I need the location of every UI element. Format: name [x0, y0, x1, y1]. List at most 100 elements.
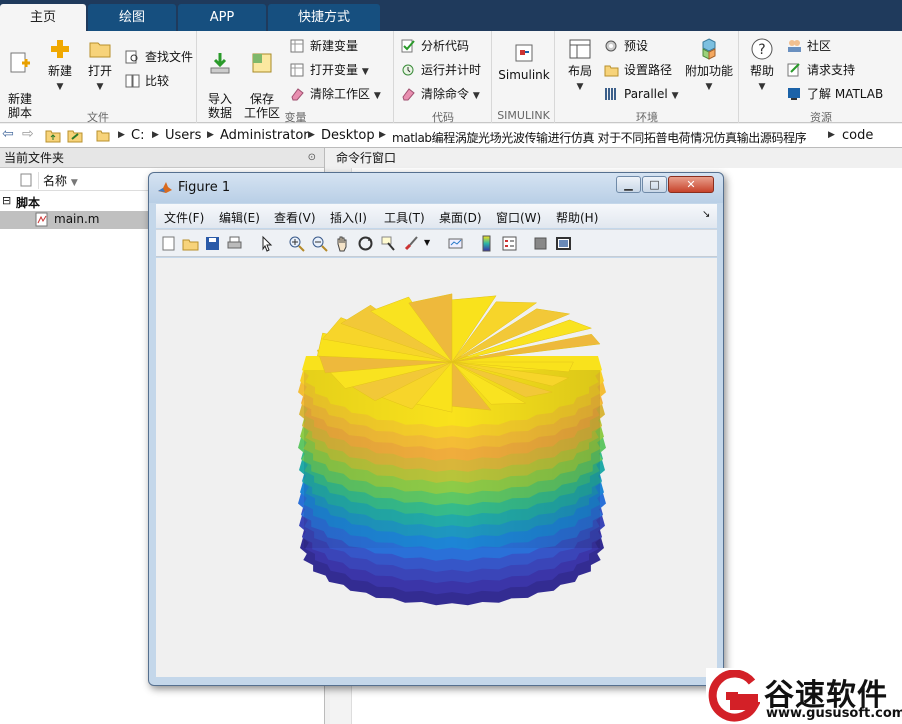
parallel-button[interactable]: Parallel ▼	[604, 84, 678, 104]
ribbon-tab-bar: 主页 绘图 APP 快捷方式	[0, 0, 902, 31]
menu-view[interactable]: 查看(V)	[274, 209, 316, 226]
figure-title-bar[interactable]: Figure 1 ▁ □ ✕	[149, 173, 723, 203]
pan-hand-icon[interactable]	[334, 235, 351, 252]
addons-icon	[702, 38, 716, 60]
learn-matlab-button[interactable]: 了解 MATLAB	[787, 84, 883, 104]
community-button[interactable]: 社区	[787, 36, 831, 56]
breadcrumb-desktop[interactable]: Desktop	[321, 128, 375, 143]
new-script-button[interactable]: 新建 脚本	[2, 37, 38, 120]
rotate-3d-icon[interactable]	[357, 235, 374, 252]
open-file-icon[interactable]	[182, 235, 199, 252]
back-arrow-icon[interactable]: ⇦	[2, 126, 14, 142]
minimize-button[interactable]: ▁	[616, 176, 641, 193]
help-label: 帮助	[749, 64, 774, 78]
request-support-button[interactable]: 请求支持	[787, 60, 855, 80]
open-button[interactable]: 打开 ▼	[82, 37, 118, 94]
simulink-label: Simulink	[498, 68, 550, 82]
open-variable-icon	[290, 63, 304, 77]
chevron-down-icon: ▼	[758, 82, 766, 92]
breadcrumb-users[interactable]: Users	[165, 128, 201, 143]
eraser-icon	[291, 88, 304, 101]
new-button[interactable]: 新建 ▼	[42, 37, 78, 94]
new-variable-button[interactable]: 新建变量	[290, 36, 358, 56]
compare-button[interactable]: 比较	[125, 71, 169, 91]
layout-icon	[569, 39, 591, 59]
zoom-in-icon[interactable]	[288, 235, 305, 252]
open-variable-button[interactable]: 打开变量 ▼	[290, 60, 369, 80]
menu-insert[interactable]: 插入(I)	[330, 209, 367, 226]
preferences-label: 预设	[624, 39, 649, 53]
menu-edit[interactable]: 编辑(E)	[219, 209, 260, 226]
addons-button[interactable]: 附加功能 ▼	[682, 37, 736, 94]
new-figure-icon[interactable]	[160, 235, 177, 252]
current-folder-title: 当前文件夹	[4, 151, 65, 165]
up-folder-icon[interactable]	[45, 128, 61, 143]
figure-canvas[interactable]	[156, 258, 717, 677]
request-support-label: 请求支持	[807, 63, 856, 77]
find-files-button[interactable]: 查找文件	[125, 47, 193, 67]
analyze-icon	[401, 39, 415, 53]
new-variable-icon	[290, 39, 304, 53]
show-tools-icon[interactable]	[555, 235, 572, 252]
address-bar: ⇦ ⇨ ▶ C: ▶ Users ▶ Administrator ▶ Deskt…	[0, 124, 902, 148]
save-icon[interactable]	[204, 235, 221, 252]
menu-desktop[interactable]: 桌面(D)	[439, 209, 482, 226]
menu-help[interactable]: 帮助(H)	[556, 209, 598, 226]
learn-icon	[788, 88, 800, 100]
environment-group: 布局 ▼ 预设 设置路径 Parallel ▼ 附加功能 ▼ 环境	[556, 31, 739, 124]
brush-icon[interactable]	[403, 235, 420, 252]
breadcrumb-c[interactable]: C:	[131, 128, 144, 143]
clear-commands-button[interactable]: 清除命令 ▼	[401, 84, 480, 104]
matlab-logo-icon	[158, 182, 172, 193]
menu-window[interactable]: 窗口(W)	[496, 209, 541, 226]
browse-folder-icon[interactable]	[67, 128, 83, 143]
clear-workspace-button[interactable]: 清除工作区 ▼	[290, 84, 381, 104]
layout-button[interactable]: 布局 ▼	[560, 37, 600, 94]
tab-plots[interactable]: 绘图	[88, 4, 176, 31]
menu-file[interactable]: 文件(F)	[164, 209, 204, 226]
close-button[interactable]: ✕	[668, 176, 714, 193]
menu-tools[interactable]: 工具(T)	[384, 209, 425, 226]
hide-tools-icon[interactable]	[532, 235, 549, 252]
save-workspace-button[interactable]: 保存 工作区	[242, 37, 282, 120]
simulink-group-label: SIMULINK	[497, 109, 550, 122]
run-and-time-button[interactable]: 运行并计时	[401, 60, 481, 80]
legend-icon[interactable]	[501, 235, 518, 252]
help-button[interactable]: ? 帮助 ▼	[744, 37, 780, 94]
tab-shortcuts[interactable]: 快捷方式	[268, 4, 380, 31]
colorbar-icon[interactable]	[478, 235, 495, 252]
watermark-logo: 谷速软件 www.gususoft.com	[706, 668, 902, 724]
forward-arrow-icon[interactable]: ⇨	[22, 126, 34, 142]
set-path-button[interactable]: 设置路径	[604, 60, 672, 80]
link-plot-icon[interactable]	[447, 235, 464, 252]
breadcrumb-code[interactable]: code	[842, 128, 873, 143]
import-data-button[interactable]: 导入 数据	[202, 37, 238, 120]
layout-label: 布局	[567, 64, 592, 78]
zoom-out-icon[interactable]	[311, 235, 328, 252]
collapse-icon[interactable]: ⊟	[2, 194, 11, 207]
column-name-label: 名称	[43, 174, 68, 188]
support-icon	[787, 63, 800, 77]
parallel-icon	[605, 88, 616, 100]
chevron-down-icon: ▼	[472, 91, 480, 101]
preferences-button[interactable]: 预设	[604, 36, 648, 56]
pointer-icon[interactable]	[258, 235, 275, 252]
data-cursor-icon[interactable]	[380, 235, 397, 252]
figure-toolbar: ▼	[156, 229, 717, 257]
simulink-button[interactable]: Simulink	[497, 41, 551, 82]
maximize-button[interactable]: □	[642, 176, 667, 193]
chevron-down-icon[interactable]: ▼	[424, 238, 430, 247]
dock-arrow-icon[interactable]: ↘	[702, 209, 710, 220]
tab-home[interactable]: 主页	[0, 4, 86, 31]
tab-apps[interactable]: APP	[178, 4, 266, 31]
panel-menu-icon[interactable]: ⊙	[308, 148, 316, 168]
print-icon[interactable]	[226, 235, 243, 252]
analyze-code-button[interactable]: 分析代码	[401, 36, 469, 56]
column-name[interactable]: 名称 ▼	[38, 172, 78, 189]
file-name: main.m	[54, 212, 100, 226]
figure-menubar: 文件(F) 编辑(E) 查看(V) 插入(I) 工具(T) 桌面(D) 窗口(W…	[156, 204, 717, 228]
breadcrumb-administrator[interactable]: Administrator	[220, 128, 309, 143]
community-label: 社区	[807, 39, 832, 53]
chevron-down-icon: ▼	[361, 67, 369, 77]
breadcrumb-project[interactable]: matlab编程涡旋光场光波传输进行仿真 对于不同拓普电荷情况仿真输出源码程序	[392, 129, 822, 146]
